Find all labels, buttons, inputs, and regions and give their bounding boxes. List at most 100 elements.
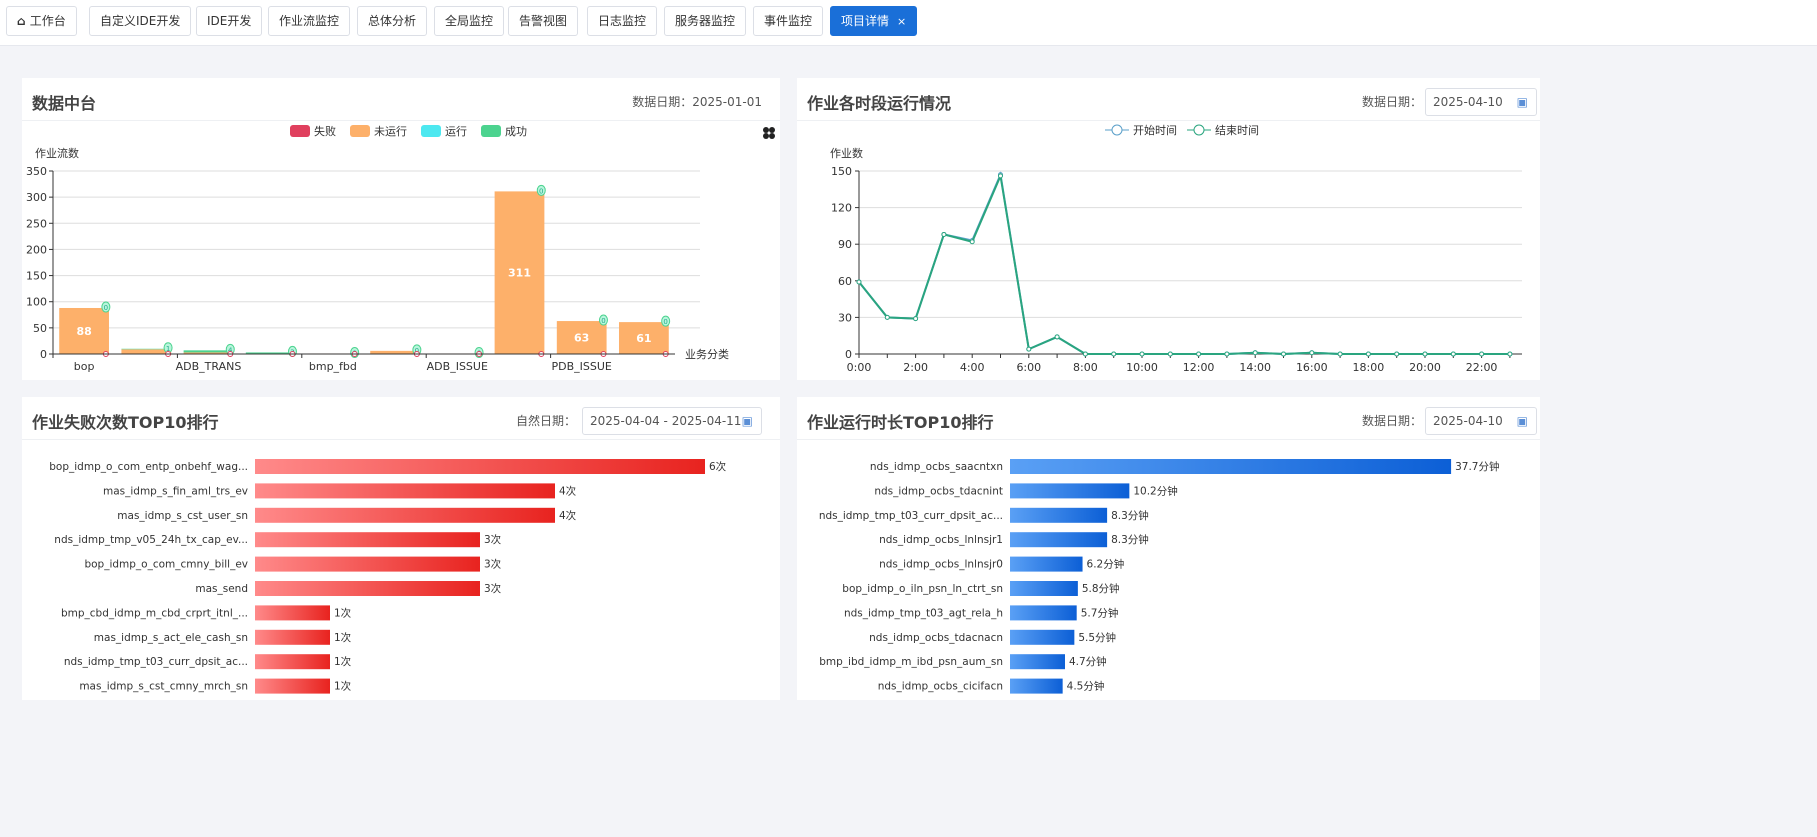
bar	[255, 581, 480, 596]
legend-swatch	[350, 125, 370, 137]
bar-value-label: 6次	[709, 460, 727, 473]
bar-value-label: 5.8分钟	[1082, 582, 1120, 595]
bar-value-label: 1次	[334, 680, 352, 693]
bar	[255, 556, 480, 572]
legend-label: 结束时间	[1215, 124, 1259, 137]
data-point	[998, 173, 1003, 179]
x-tick-label: 2:00	[903, 361, 928, 374]
y-tick-label: 30	[838, 311, 852, 324]
bar-value-label: 3次	[484, 582, 502, 595]
x-tick-label: ADB_TRANS	[176, 360, 242, 373]
x-tick-label: 4:00	[960, 361, 985, 374]
legend-label: 成功	[505, 125, 527, 138]
tab-9[interactable]: 事件监控	[753, 6, 824, 36]
tab-0[interactable]: ⌂ 工作台	[6, 6, 77, 36]
bar-value-label: 311	[508, 267, 531, 280]
x-tick-label: 18:00	[1353, 361, 1385, 374]
x-tick-label: 6:00	[1016, 361, 1041, 374]
bar-value-label: 8.3分钟	[1111, 533, 1149, 546]
data-point	[969, 239, 975, 245]
x-tick-label: bop	[74, 360, 95, 373]
tab-label: 自定义IDE开发	[100, 14, 181, 28]
data-platform-panel: 数据中台 数据日期：2025-01-01 失败 未运行 运行 成功 作业流数 业务分类 0 5…	[22, 78, 780, 380]
category-label: nds_idmp_ocbs_lnlnsjr1	[879, 534, 1003, 546]
bar-value-label: 3次	[484, 558, 502, 571]
tab-bar: ⌂ 工作台 自定义IDE开发 IDE开发 作业流监控 总体分析 全局监控 告警视图 日志监控 服…	[0, 0, 1817, 46]
data-point	[1111, 351, 1117, 357]
bar	[1010, 581, 1078, 596]
x-tick-label: 14:00	[1239, 361, 1271, 374]
data-point	[1026, 346, 1032, 352]
x-tick-label: 22:00	[1466, 361, 1498, 374]
x-tick-label: 16:00	[1296, 361, 1328, 374]
tab-label: 全局监控	[445, 14, 494, 28]
success-count-label: 0	[104, 304, 108, 312]
category-label: mas_idmp_s_cst_user_sn	[117, 510, 248, 522]
bar	[255, 629, 330, 645]
y-tick-label: 150	[26, 270, 47, 283]
data-point	[1365, 351, 1371, 357]
category-label: nds_idmp_ocbs_cicifacn	[878, 681, 1003, 693]
y-tick-label: 60	[838, 275, 852, 288]
data-point	[1196, 351, 1202, 357]
bar-value-label: 4.7分钟	[1069, 655, 1107, 668]
bar-value-label: 88	[76, 325, 91, 338]
tab-label: IDE开发	[207, 14, 252, 28]
tab-label: 作业流监控	[279, 14, 340, 28]
data-point	[1309, 350, 1315, 356]
job-flow-bar-chart: 失败 未运行 运行 成功作业流数业务分类 0 50 100 150 200 250 300 350 88…	[26, 124, 729, 373]
close-icon[interactable]: ×	[897, 15, 906, 28]
y-tick-label: 50	[33, 322, 47, 335]
hourly-line-chart: 开始时间 结束时间作业数 0 30 60 90 120 150 0:00 2:00 4:00 6:00…	[830, 123, 1522, 374]
bar	[255, 678, 330, 694]
x-axis-name: 业务分类	[685, 347, 729, 361]
bar-value-label: 10.2分钟	[1133, 484, 1177, 497]
tab-label: 服务器监控	[675, 14, 736, 28]
y-tick-label: 350	[26, 165, 47, 178]
bar-value-label: 61	[636, 332, 651, 345]
category-label: bop_idmp_o_com_cmny_bill_ev	[84, 559, 248, 571]
legend-swatch	[481, 125, 501, 137]
bar	[255, 605, 330, 621]
home-icon: ⌂	[17, 14, 30, 28]
data-point	[1422, 351, 1428, 357]
tab-4[interactable]: 总体分析	[357, 6, 428, 36]
category-label: bop_idmp_o_com_entp_onbehf_wag...	[49, 461, 248, 473]
bar	[1010, 605, 1077, 621]
y-tick-label: 0	[845, 348, 852, 361]
bar-value-label: 1次	[334, 655, 352, 668]
duration-bar-chart: nds_idmp_ocbs_saacntxn 37.7分钟 nds_idmp_ocb…	[819, 459, 1499, 694]
legend-swatch	[421, 125, 441, 137]
tab-7[interactable]: 日志监控	[587, 6, 658, 36]
bar-value-label: 1次	[334, 606, 352, 619]
tab-10[interactable]: 项目详情 ×	[830, 6, 918, 36]
x-tick-label: 8:00	[1073, 361, 1098, 374]
bar	[1010, 654, 1065, 670]
x-tick-label: 20:00	[1409, 361, 1441, 374]
bar-value-label: 6.2分钟	[1087, 558, 1125, 571]
bar-value-label: 5.5分钟	[1078, 631, 1116, 644]
tab-1[interactable]: 自定义IDE开发	[89, 6, 192, 36]
bar-value-label: 5.7分钟	[1081, 606, 1119, 619]
data-point	[1224, 351, 1230, 357]
y-axis-name: 作业流数	[35, 146, 79, 160]
tab-2[interactable]: IDE开发	[196, 6, 263, 36]
bar	[1010, 459, 1452, 474]
bar-value-label: 8.3分钟	[1111, 509, 1149, 522]
data-point	[1252, 350, 1258, 356]
tab-5[interactable]: 全局监控	[434, 6, 505, 36]
tab-8[interactable]: 服务器监控	[664, 6, 747, 36]
data-point	[856, 279, 862, 285]
tab-6[interactable]: 告警视图	[508, 6, 579, 36]
category-label: mas_idmp_s_cst_cmny_mrch_sn	[79, 681, 248, 693]
y-axis-name: 作业数	[830, 147, 863, 160]
failure-bar-chart: bop_idmp_o_com_entp_onbehf_wag... 6次 mas_i…	[49, 459, 727, 694]
bar-value-label: 1次	[334, 631, 352, 644]
duration-top10-panel: 作业运行时长TOP10排行 数据日期： 2025-04-10 ▣ nds_idmp…	[797, 397, 1540, 700]
bar-value-label: 63	[574, 332, 589, 345]
tab-label: 日志监控	[598, 14, 647, 28]
tab-3[interactable]: 作业流监控	[268, 6, 351, 36]
data-point	[941, 231, 947, 237]
x-tick-label: 12:00	[1183, 361, 1215, 374]
data-point	[1167, 351, 1173, 357]
